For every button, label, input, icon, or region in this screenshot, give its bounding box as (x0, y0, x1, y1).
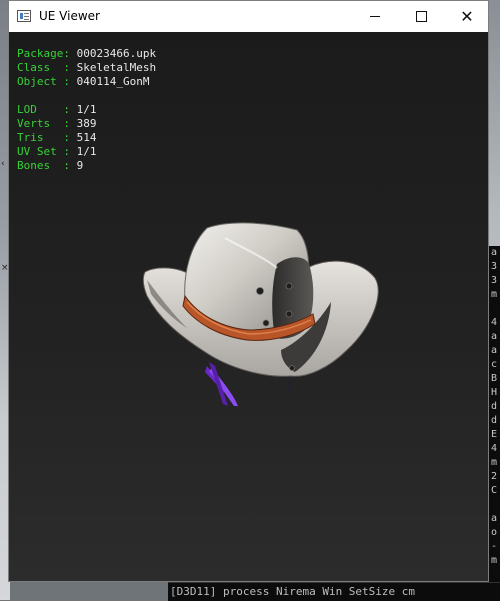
console-text: 4 (491, 317, 498, 328)
console-text: E (491, 429, 498, 440)
console-text: d (491, 415, 498, 426)
minimize-icon (370, 16, 380, 17)
console-text: B (491, 373, 498, 384)
console-text: C (491, 485, 498, 496)
maximize-button[interactable] (398, 1, 444, 32)
window-edge-mark: ‹ (1, 159, 5, 169)
console-text: - (491, 541, 498, 552)
background-console-line[interactable]: [D3D11] process Nirema Win SetSize cm (168, 582, 500, 601)
background-console-window[interactable]: a33m 4aacBHddE4m2C ao-m B (489, 246, 500, 600)
console-text: 3 (491, 261, 498, 272)
console-text: m (491, 555, 498, 566)
console-text: 2 (491, 471, 498, 482)
console-text: d (491, 401, 498, 412)
window-title: UE Viewer (39, 9, 100, 23)
console-text: H (491, 387, 498, 398)
title-bar[interactable]: UE Viewer ✕ (9, 1, 488, 32)
ue-viewer-window[interactable]: UE Viewer ✕ Package: 00023466.upk Class … (8, 0, 489, 582)
minimize-button[interactable] (352, 1, 398, 32)
console-text: 4 (491, 443, 498, 454)
app-window-icon[interactable] (17, 10, 31, 22)
console-text: m (491, 457, 498, 468)
console-text: a (491, 331, 498, 342)
maximize-icon (415, 11, 427, 22)
console-text: o (491, 527, 498, 538)
console-text: [D3D11] process Nirema Win SetSize cm (170, 585, 416, 598)
3d-viewport[interactable]: Package: 00023466.upk Class : SkeletalMe… (9, 32, 488, 581)
console-text: a (491, 513, 498, 524)
close-button[interactable]: ✕ (444, 1, 490, 32)
close-icon: ✕ (460, 7, 474, 26)
console-text: m (491, 289, 498, 300)
console-text: a (491, 247, 498, 258)
cowboy-hat-model[interactable] (9, 32, 488, 581)
console-text: a (491, 345, 498, 356)
feather-shape (205, 362, 239, 408)
console-text: 3 (491, 275, 498, 286)
console-text: c (491, 359, 498, 370)
